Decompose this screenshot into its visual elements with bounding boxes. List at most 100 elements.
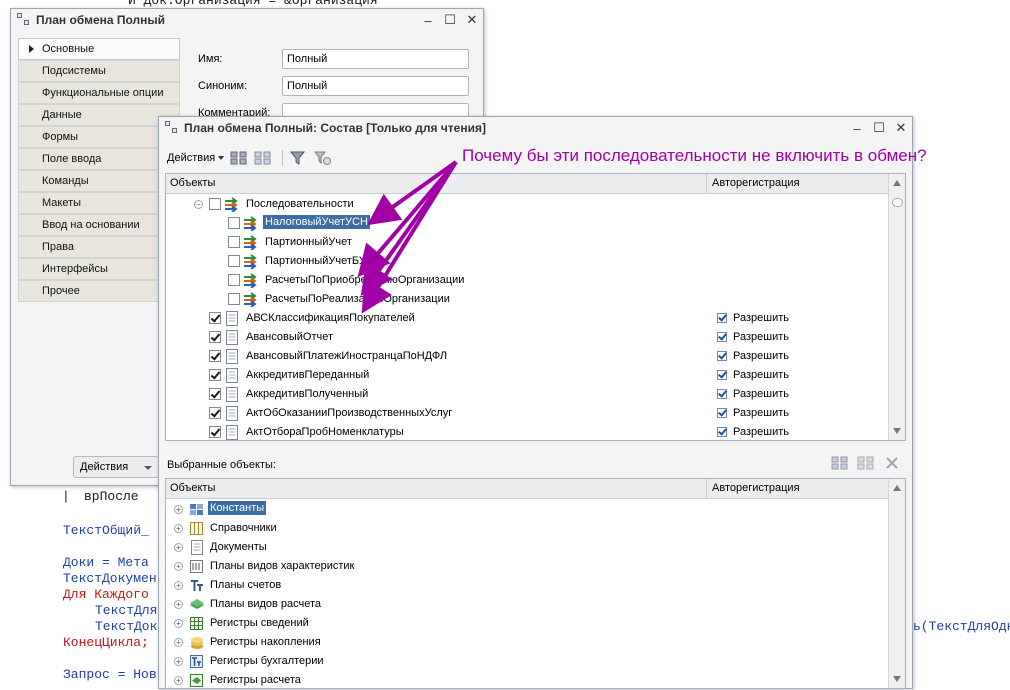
autoreg-checkbox[interactable] <box>717 351 727 361</box>
tree-row-sequence[interactable]: ПартионныйУчет <box>166 233 886 252</box>
collapse-icon[interactable] <box>194 200 203 209</box>
tab-interfaces[interactable]: Интерфейсы <box>18 258 180 280</box>
scroll-thumb[interactable] <box>892 198 903 207</box>
tab-osnovnye[interactable]: Основные <box>18 38 180 60</box>
expand-icon[interactable] <box>174 657 183 666</box>
tab-other[interactable]: Прочее <box>18 280 180 302</box>
column-divider[interactable] <box>706 174 707 193</box>
expand-icon[interactable] <box>174 543 183 552</box>
tab-commands[interactable]: Команды <box>18 170 180 192</box>
scroll-down-icon[interactable] <box>893 676 901 682</box>
tree-row-metadata-group[interactable]: Справочники <box>166 519 886 538</box>
column-header-autoregistration[interactable]: Авторегистрация <box>712 482 800 494</box>
row-checkbox[interactable] <box>209 312 221 324</box>
row-checkbox[interactable] <box>209 426 221 438</box>
tree-row-metadata-group[interactable]: Регистры накопления <box>166 633 886 652</box>
tree-row-document[interactable]: АвансовыйОтчет Разрешить <box>166 328 886 347</box>
scroll-down-icon[interactable] <box>893 428 901 434</box>
tree-row-metadata-group[interactable]: Планы видов характеристик <box>166 557 886 576</box>
column-header-autoregistration[interactable]: Авторегистрация <box>712 177 800 189</box>
row-checkbox[interactable] <box>209 350 221 362</box>
row-checkbox[interactable] <box>209 331 221 343</box>
row-checkbox[interactable] <box>209 198 221 210</box>
minimize-icon[interactable]: – <box>846 121 868 136</box>
expand-icon[interactable] <box>174 562 183 571</box>
exclude-all-icon[interactable] <box>253 149 273 167</box>
name-input[interactable]: Полный <box>282 49 469 69</box>
tab-data[interactable]: Данные <box>18 104 180 126</box>
tree-row-group[interactable]: Последовательности <box>166 195 886 214</box>
tree-row-sequence[interactable]: РасчетыПоРеализацииОрганизации <box>166 290 886 309</box>
tab-input-field[interactable]: Поле ввода <box>18 148 180 170</box>
tree-row-metadata-group[interactable]: Документы <box>166 538 886 557</box>
autoreg-checkbox[interactable] <box>717 370 727 380</box>
tree-row-document[interactable]: АктОтбораПробНоменклатуры Разрешить <box>166 423 886 442</box>
tab-podsistemy[interactable]: Подсистемы <box>18 60 180 82</box>
row-checkbox[interactable] <box>228 274 240 286</box>
move-out-icon[interactable] <box>856 454 876 472</box>
expand-icon[interactable] <box>174 505 183 514</box>
tree-row-sequence[interactable]: РасчетыПоПриобретениюОрганизации <box>166 271 886 290</box>
autoreg-checkbox[interactable] <box>717 313 727 323</box>
row-checkbox[interactable] <box>228 236 240 248</box>
column-header-objects[interactable]: Объекты <box>170 482 215 494</box>
expand-icon[interactable] <box>174 581 183 590</box>
tab-forms[interactable]: Формы <box>18 126 180 148</box>
delete-icon[interactable] <box>882 454 902 472</box>
filter-icon[interactable] <box>288 149 308 167</box>
tree-row-document[interactable]: АктОбОказанииПроизводственныхУслуг Разре… <box>166 404 886 423</box>
actions-menu-button[interactable]: Действия <box>73 456 159 478</box>
row-checkbox[interactable] <box>209 388 221 400</box>
column-header-objects[interactable]: Объекты <box>170 177 215 189</box>
row-checkbox[interactable] <box>228 293 240 305</box>
vertical-scrollbar[interactable] <box>888 174 905 440</box>
vertical-scrollbar[interactable] <box>888 479 905 688</box>
tree-row-metadata-group[interactable]: Планы счетов <box>166 576 886 595</box>
tab-templates[interactable]: Макеты <box>18 192 180 214</box>
include-all-icon[interactable] <box>229 149 249 167</box>
window-titlebar[interactable]: План обмена Полный – ☐ ✕ <box>11 9 483 31</box>
row-checkbox[interactable] <box>228 255 240 267</box>
expand-icon[interactable] <box>174 524 183 533</box>
filter-clear-icon[interactable] <box>312 149 332 167</box>
tree-row-document[interactable]: АВСКлассификацияПокупателей Разрешить <box>166 309 886 328</box>
tree-row-document[interactable]: АвансовыйПлатежИностранцаПоНДФЛ Разрешит… <box>166 347 886 366</box>
close-icon[interactable]: ✕ <box>461 12 483 28</box>
autoreg-checkbox[interactable] <box>717 408 727 418</box>
close-icon[interactable]: ✕ <box>890 120 912 136</box>
expand-icon[interactable] <box>174 600 183 609</box>
autoreg-checkbox[interactable] <box>717 332 727 342</box>
tree-row-metadata-group[interactable]: Константы <box>166 500 886 519</box>
move-in-icon[interactable] <box>830 454 850 472</box>
tab-functional-options[interactable]: Функциональные опции <box>18 82 180 104</box>
row-checkbox[interactable] <box>209 407 221 419</box>
maximize-icon[interactable]: ☐ <box>868 120 890 136</box>
actions-menu-button[interactable]: Действия <box>167 152 225 164</box>
selected-objects-grid[interactable]: Объекты Авторегистрация Константы Справо… <box>165 478 906 689</box>
tree-row-metadata-group[interactable]: Регистры расчета <box>166 671 886 690</box>
autoreg-checkbox[interactable] <box>717 389 727 399</box>
maximize-icon[interactable]: ☐ <box>439 12 461 28</box>
column-divider[interactable] <box>706 479 707 498</box>
scroll-up-icon[interactable] <box>893 180 901 186</box>
synonym-input[interactable]: Полный <box>282 76 469 96</box>
tab-input-on-basis[interactable]: Ввод на основании <box>18 214 180 236</box>
tree-row-metadata-group[interactable]: Планы видов расчета <box>166 595 886 614</box>
objects-tree-grid[interactable]: Объекты Авторегистрация Последовательнос… <box>165 173 906 441</box>
row-checkbox[interactable] <box>209 369 221 381</box>
scroll-up-icon[interactable] <box>893 485 901 491</box>
autoreg-checkbox[interactable] <box>717 427 727 437</box>
tree-row-sequence[interactable]: ПартионныйУчетБУ <box>166 252 886 271</box>
window-titlebar[interactable]: План обмена Полный: Состав [Только для ч… <box>159 117 912 139</box>
tree-row-sequence[interactable]: НалоговыйУчетУСН <box>166 214 886 233</box>
expand-icon[interactable] <box>174 619 183 628</box>
tree-row-document[interactable]: АккредитивПолученный Разрешить <box>166 385 886 404</box>
tree-row-metadata-group[interactable]: Регистры сведений <box>166 614 886 633</box>
expand-icon[interactable] <box>174 638 183 647</box>
expand-icon[interactable] <box>174 676 183 685</box>
tree-row-metadata-group[interactable]: Регистры бухгалтерии <box>166 652 886 671</box>
minimize-icon[interactable]: – <box>417 13 439 28</box>
tree-row-document[interactable]: АккредитивПереданный Разрешить <box>166 366 886 385</box>
tab-rights[interactable]: Права <box>18 236 180 258</box>
row-checkbox[interactable] <box>228 217 240 229</box>
